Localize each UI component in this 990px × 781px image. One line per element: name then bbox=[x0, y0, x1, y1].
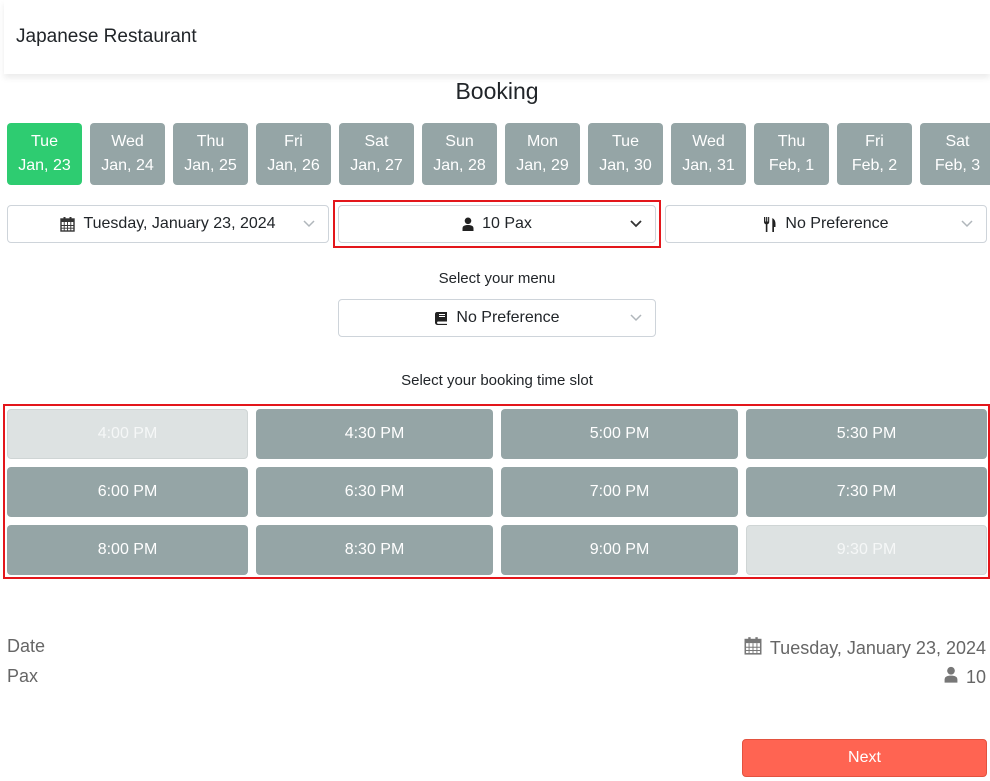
menu-select[interactable]: No Preference bbox=[338, 299, 656, 337]
day-button[interactable]: Tue Jan, 23 bbox=[7, 123, 82, 185]
day-date: Feb, 3 bbox=[934, 157, 981, 174]
day-weekday: Fri bbox=[865, 133, 884, 150]
day-button[interactable]: Sat Feb, 3 bbox=[920, 123, 990, 185]
day-weekday: Tue bbox=[31, 133, 58, 150]
day-weekday: Tue bbox=[612, 133, 639, 150]
timeslot-button[interactable]: 8:00 PM bbox=[7, 525, 248, 575]
day-date: Feb, 1 bbox=[768, 157, 815, 174]
calendar-icon bbox=[744, 636, 762, 660]
day-button[interactable]: Wed Jan, 31 bbox=[671, 123, 746, 185]
timeslot-grid: 4:00 PM 4:30 PM 5:00 PM 5:30 PM 6:00 PM 6:30 … bbox=[7, 409, 987, 575]
timeslot-button[interactable]: 5:30 PM bbox=[746, 409, 987, 459]
preference-select[interactable]: No Preference bbox=[665, 205, 987, 243]
day-button[interactable]: Wed Jan, 24 bbox=[90, 123, 165, 185]
day-button[interactable]: Thu Feb, 1 bbox=[754, 123, 829, 185]
timeslot-button[interactable]: 9:00 PM bbox=[501, 525, 738, 575]
day-weekday: Sat bbox=[364, 133, 389, 150]
menu-label: Select your menu bbox=[438, 270, 556, 287]
timeslot-button[interactable]: 6:30 PM bbox=[256, 467, 493, 517]
summary-pax-text: 10 bbox=[965, 666, 986, 687]
day-date: Jan, 26 bbox=[267, 157, 320, 174]
calendar-icon bbox=[60, 216, 76, 232]
chevron-down-icon bbox=[630, 220, 642, 228]
menu-select-value: No Preference bbox=[456, 309, 560, 326]
day-button[interactable]: Fri Feb, 2 bbox=[837, 123, 912, 185]
day-date: Jan, 25 bbox=[184, 157, 237, 174]
date-select-value: Tuesday, January 23, 2024 bbox=[83, 215, 276, 232]
next-button[interactable]: Next bbox=[742, 739, 987, 777]
day-button[interactable]: Tue Jan, 30 bbox=[588, 123, 663, 185]
day-date: Jan, 31 bbox=[682, 157, 735, 174]
pax-select-value: 10 Pax bbox=[482, 215, 532, 232]
timeslot-button: 4:00 PM bbox=[7, 409, 248, 459]
date-select[interactable]: Tuesday, January 23, 2024 bbox=[7, 205, 329, 243]
day-selector: Tue Jan, 23 Wed Jan, 24 Thu Jan, 25 Fri Jan, 26… bbox=[7, 123, 990, 185]
day-weekday: Sun bbox=[445, 133, 474, 150]
day-date: Jan, 23 bbox=[18, 157, 71, 174]
summary-pax-value: 10 bbox=[944, 666, 986, 688]
timeslot-button[interactable]: 6:00 PM bbox=[7, 467, 248, 517]
summary-date-text: Tuesday, January 23, 2024 bbox=[769, 637, 986, 658]
day-weekday: Wed bbox=[692, 133, 725, 150]
summary-date-label: Date bbox=[7, 636, 46, 656]
day-button[interactable]: Sun Jan, 28 bbox=[422, 123, 497, 185]
timeslot-button[interactable]: 8:30 PM bbox=[256, 525, 493, 575]
day-date: Feb, 2 bbox=[851, 157, 898, 174]
day-button[interactable]: Mon Jan, 29 bbox=[505, 123, 580, 185]
day-date: Jan, 29 bbox=[516, 157, 569, 174]
day-weekday: Thu bbox=[777, 133, 806, 150]
day-weekday: Fri bbox=[284, 133, 303, 150]
day-button[interactable]: Fri Jan, 26 bbox=[256, 123, 331, 185]
chevron-down-icon bbox=[303, 220, 315, 228]
day-button[interactable]: Sat Jan, 27 bbox=[339, 123, 414, 185]
day-weekday: Mon bbox=[526, 133, 559, 150]
timeslot-button[interactable]: 4:30 PM bbox=[256, 409, 493, 459]
day-weekday: Sat bbox=[945, 133, 970, 150]
timeslot-button[interactable]: 5:00 PM bbox=[501, 409, 738, 459]
navbar: Japanese Restaurant bbox=[4, 0, 990, 74]
day-weekday: Wed bbox=[111, 133, 144, 150]
timeslot-label: Select your booking time slot bbox=[401, 372, 593, 389]
chevron-down-icon bbox=[630, 314, 642, 322]
timeslot-button: 9:30 PM bbox=[746, 525, 987, 575]
day-button[interactable]: Thu Jan, 25 bbox=[173, 123, 248, 185]
timeslot-button[interactable]: 7:00 PM bbox=[501, 467, 738, 517]
timeslot-button[interactable]: 7:30 PM bbox=[746, 467, 987, 517]
day-weekday: Thu bbox=[196, 133, 225, 150]
day-date: Jan, 30 bbox=[599, 157, 652, 174]
user-icon bbox=[944, 666, 958, 688]
pax-select[interactable]: 10 Pax bbox=[338, 205, 656, 243]
page-title: Booking bbox=[455, 78, 539, 104]
summary-date-value: Tuesday, January 23, 2024 bbox=[744, 636, 986, 660]
preference-select-value: No Preference bbox=[785, 215, 889, 232]
brand-title[interactable]: Japanese Restaurant bbox=[16, 26, 197, 48]
utensils-icon bbox=[763, 216, 777, 232]
user-icon bbox=[462, 217, 474, 231]
summary-pax-label: Pax bbox=[7, 666, 39, 686]
day-date: Jan, 24 bbox=[101, 157, 154, 174]
book-icon bbox=[434, 311, 448, 325]
day-date: Jan, 28 bbox=[433, 157, 486, 174]
day-date: Jan, 27 bbox=[350, 157, 403, 174]
chevron-down-icon bbox=[961, 220, 973, 228]
